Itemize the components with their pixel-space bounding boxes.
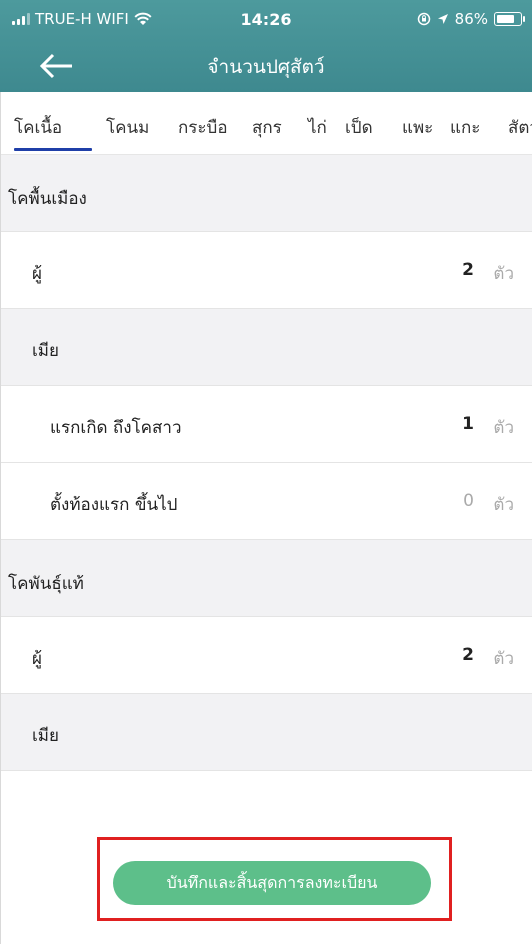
item-label: แรกเกิด ถึงโคสาว [50, 418, 182, 438]
list-item-male[interactable]: ผู้ 2 ตัว [0, 617, 532, 694]
tab-buffalo[interactable]: กระบือ [178, 114, 228, 141]
orientation-lock-icon [417, 12, 430, 26]
page-title: จำนวนปศุสัตว์ [207, 56, 325, 78]
tab-swine[interactable]: สุกร [252, 114, 282, 141]
item-unit: ตัว [493, 418, 514, 438]
item-unit: ตัว [493, 264, 514, 284]
list-item-first-pregnancy-up[interactable]: ตั้งท้องแรก ขึ้นไป 0 ตัว [0, 463, 532, 540]
animal-tabs: โคเนื้อ โคนม กระบือ สุกร ไก่ เป็ด แพะ แก… [0, 92, 532, 155]
status-bar: TRUE-H WIFI 14:26 86% [0, 0, 532, 40]
item-label: ตั้งท้องแรก ขึ้นไป [50, 495, 178, 515]
item-count[interactable]: 2 [462, 645, 474, 665]
subgroup-header-female: เมีย [0, 694, 532, 771]
location-icon [437, 14, 448, 24]
item-label: ผู้ [32, 649, 42, 669]
app-header: จำนวนปศุสัตว์ [0, 40, 532, 92]
subgroup-header-female: เมีย [0, 309, 532, 386]
top-bar: TRUE-H WIFI 14:26 86% จำนวนปศุสัตว์ [0, 0, 532, 92]
active-tab-indicator [14, 148, 92, 151]
group-header-native-cattle: โคพื้นเมือง [0, 155, 532, 232]
item-count[interactable]: 2 [462, 260, 474, 280]
tab-other-animals[interactable]: สัตว์ [508, 114, 532, 141]
subgroup-label: เมีย [32, 726, 59, 746]
item-unit: ตัว [493, 649, 514, 669]
list-item-newborn-to-heifer[interactable]: แรกเกิด ถึงโคสาว 1 ตัว [0, 386, 532, 463]
tab-chicken[interactable]: ไก่ [308, 114, 327, 141]
battery-percent: 86% [454, 10, 488, 28]
tab-beef-cattle[interactable]: โคเนื้อ [14, 114, 62, 141]
battery-icon [494, 12, 525, 26]
group-label: โคพันธุ์แท้ [8, 574, 84, 594]
item-unit: ตัว [493, 495, 514, 515]
left-border [0, 92, 1, 944]
subgroup-label: เมีย [32, 341, 59, 361]
status-right: 86% [417, 10, 525, 28]
item-count[interactable]: 0 [463, 491, 474, 511]
item-label: ผู้ [32, 264, 42, 284]
list-item-male[interactable]: ผู้ 2 ตัว [0, 232, 532, 309]
group-label: โคพื้นเมือง [8, 189, 87, 209]
tab-dairy-cattle[interactable]: โคนม [106, 114, 149, 141]
group-header-purebred-cattle: โคพันธุ์แท้ [0, 540, 532, 617]
tab-goat[interactable]: แพะ [402, 114, 433, 141]
tab-duck[interactable]: เป็ด [345, 114, 373, 141]
tab-sheep[interactable]: แกะ [450, 114, 480, 141]
save-and-finish-button[interactable]: บันทึกและสิ้นสุดการลงทะเบียน [113, 861, 431, 905]
app-screen: TRUE-H WIFI 14:26 86% จำนวนปศุสัตว์ โคเน… [0, 0, 532, 944]
item-count[interactable]: 1 [462, 414, 474, 434]
livestock-list: โคพื้นเมือง ผู้ 2 ตัว เมีย แรกเกิด ถึงโค… [0, 155, 532, 771]
